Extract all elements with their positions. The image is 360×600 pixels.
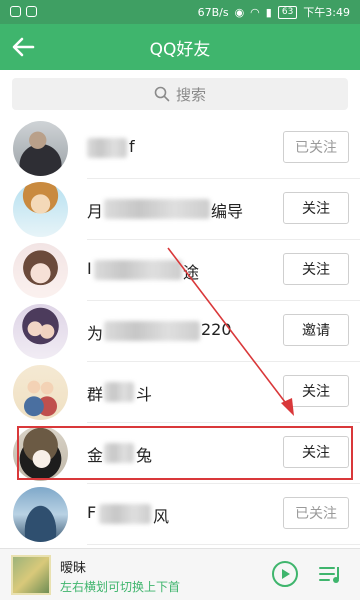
friend-row[interactable]: 为 220 邀请 (0, 301, 360, 362)
avatar[interactable] (13, 121, 68, 176)
network-speed: 67B/s (197, 5, 229, 19)
status-bar: 67B/s ◉ ◠ ▮ 63 下午3:49 (0, 0, 360, 24)
search-placeholder: 搜索 (175, 85, 206, 104)
avatar[interactable] (13, 182, 68, 237)
avatar[interactable] (13, 365, 68, 420)
friend-name-end: 编导 (211, 202, 244, 221)
eye-icon: ◉ (234, 5, 245, 19)
play-icon (282, 569, 290, 579)
search-input[interactable]: 搜索 (12, 78, 348, 110)
friend-name-end: 途 (183, 263, 200, 282)
friend-row[interactable]: 群 斗 关注 (0, 362, 360, 423)
blurred-name (94, 260, 182, 280)
following-button[interactable]: 已关注 (283, 131, 349, 163)
friend-name-start: 为 (87, 324, 104, 343)
friend-name-start: F (87, 503, 97, 522)
wifi-icon: ◠ (250, 5, 260, 19)
battery-icon: 63 (277, 5, 298, 19)
blurred-name (87, 138, 127, 158)
page-title: QQ好友 (149, 39, 211, 60)
song-title: 暧昧 (60, 561, 87, 576)
follow-button[interactable]: 关注 (283, 253, 349, 285)
blurred-name (104, 382, 134, 402)
friend-name-end: 220 (201, 320, 232, 339)
friend-name-end: 风 (153, 507, 170, 526)
friend-row[interactable]: F 风 已关注 (0, 484, 360, 545)
friend-name-end: f (129, 137, 135, 156)
blurred-name (104, 199, 210, 219)
blurred-name (104, 321, 200, 341)
avatar[interactable] (13, 304, 68, 359)
album-cover[interactable] (11, 555, 51, 595)
app-header: QQ好友 (0, 24, 360, 70)
invite-button[interactable]: 邀请 (283, 314, 349, 346)
arrow-left-icon (12, 37, 35, 57)
swipe-hint: 左右横划可切换上下首 (60, 580, 181, 594)
avatar[interactable] (13, 243, 68, 298)
friend-name-end: 斗 (136, 385, 153, 404)
follow-button[interactable]: 关注 (283, 375, 349, 407)
notification-icons (10, 6, 37, 17)
signal-icon: ▮ (265, 5, 272, 19)
clock: 下午3:49 (303, 6, 350, 19)
search-area: 搜索 (0, 70, 360, 118)
music-player-bar[interactable]: 暧昧 左右横划可切换上下首 (0, 548, 360, 600)
playlist-button[interactable] (318, 563, 344, 587)
highlight-box (17, 426, 353, 480)
friend-row[interactable]: 月 编导 关注 (0, 179, 360, 240)
follow-button[interactable]: 关注 (283, 192, 349, 224)
play-button[interactable] (272, 561, 298, 587)
friend-name-start: 群 (87, 385, 104, 404)
avatar[interactable] (13, 487, 68, 542)
playlist-icon (319, 567, 339, 583)
friend-name-start: I (87, 259, 92, 278)
following-button[interactable]: 已关注 (283, 497, 349, 529)
back-button[interactable] (8, 33, 38, 61)
blurred-name (99, 504, 151, 524)
friend-row[interactable]: I 途 关注 (0, 240, 360, 301)
search-icon (154, 86, 170, 102)
friend-row[interactable]: f 已关注 (0, 118, 360, 179)
friend-name-start: 月 (87, 202, 104, 221)
